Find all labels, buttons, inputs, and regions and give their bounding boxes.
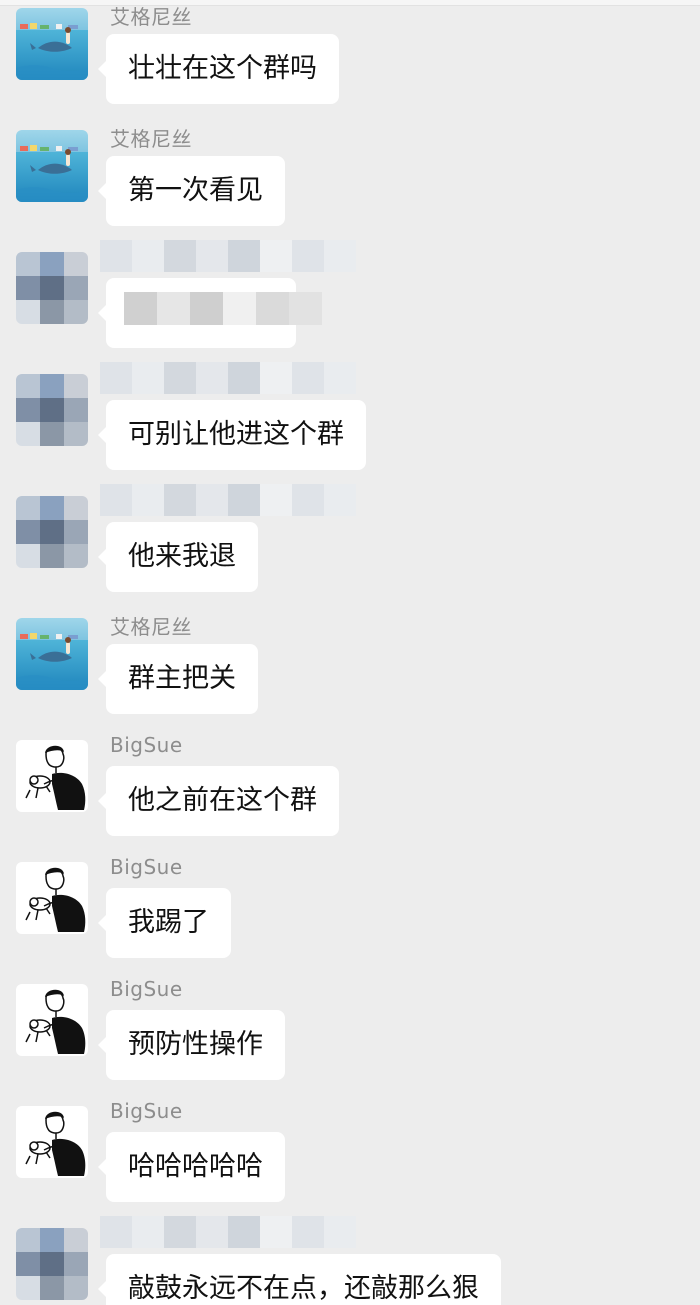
man-with-dog-avatar[interactable] (16, 862, 88, 934)
message-text: 我踢了 (128, 907, 209, 938)
message-text: 壮壮在这个群吗 (128, 53, 317, 84)
pixelated-avatar[interactable] (16, 252, 88, 324)
message-bubble[interactable]: 他来我退 (98, 522, 258, 592)
sender-name: 艾格尼丝 (110, 127, 192, 151)
message-row: 艾格尼丝壮壮在这个群吗 (0, 5, 700, 130)
message-row: 敲鼓永远不在点，还敲那么狠 (0, 1216, 700, 1305)
ocean-avatar[interactable] (16, 8, 88, 80)
message-text: 可别让他进这个群 (128, 419, 344, 450)
man-with-dog-avatar[interactable] (16, 1106, 88, 1178)
sender-name: BigSue (110, 1099, 183, 1123)
message-bubble[interactable]: 壮壮在这个群吗 (98, 34, 339, 104)
man-with-dog-avatar[interactable] (16, 984, 88, 1056)
message-bubble[interactable]: 哈哈哈哈哈 (98, 1132, 285, 1202)
message-bubble[interactable]: 我踢了 (98, 888, 231, 958)
message-text: 他之前在这个群 (128, 785, 317, 816)
sender-name: BigSue (110, 855, 183, 879)
message-row: 艾格尼丝群主把关 (0, 615, 700, 740)
message-row: BigSue 哈哈哈哈哈 (0, 1099, 700, 1228)
message-bubble[interactable]: 他之前在这个群 (98, 766, 339, 836)
message-row: 可别让他进这个群 (0, 362, 700, 496)
top-divider (0, 0, 700, 6)
man-with-dog-avatar[interactable] (16, 740, 88, 812)
message-row: BigSue 他之前在这个群 (0, 733, 700, 862)
message-bubble[interactable]: 第一次看见 (98, 156, 285, 226)
message-row: 他来我退 (0, 484, 700, 618)
message-bubble[interactable]: 可别让他进这个群 (98, 400, 366, 470)
pixelated-avatar[interactable] (16, 1228, 88, 1300)
message-text: 他来我退 (128, 541, 236, 572)
message-bubble[interactable] (98, 278, 296, 348)
message-bubble[interactable]: 预防性操作 (98, 1010, 285, 1080)
pixelated-avatar[interactable] (16, 496, 88, 568)
message-row (0, 240, 700, 374)
sender-name: 艾格尼丝 (110, 615, 192, 639)
message-row: BigSue 我踢了 (0, 855, 700, 984)
message-text: 第一次看见 (128, 175, 263, 206)
message-text: 敲鼓永远不在点，还敲那么狠 (128, 1273, 479, 1304)
message-row: BigSue 预防性操作 (0, 977, 700, 1106)
message-text: 哈哈哈哈哈 (128, 1151, 263, 1182)
pixelated-avatar[interactable] (16, 374, 88, 446)
message-text: 群主把关 (128, 663, 236, 694)
message-bubble[interactable]: 敲鼓永远不在点，还敲那么狠 (98, 1254, 501, 1305)
message-text: 预防性操作 (128, 1029, 263, 1060)
message-bubble[interactable]: 群主把关 (98, 644, 258, 714)
sender-name: BigSue (110, 977, 183, 1001)
message-row: 艾格尼丝第一次看见 (0, 127, 700, 252)
sender-name: 艾格尼丝 (110, 5, 192, 29)
ocean-avatar[interactable] (16, 618, 88, 690)
ocean-avatar[interactable] (16, 130, 88, 202)
chat-message-list[interactable]: 艾格尼丝 壮壮在这个群吗 艾格尼丝 第一次看见 可别让他进这个群 他来我退 艾格… (0, 0, 700, 1305)
sender-name: BigSue (110, 733, 183, 757)
